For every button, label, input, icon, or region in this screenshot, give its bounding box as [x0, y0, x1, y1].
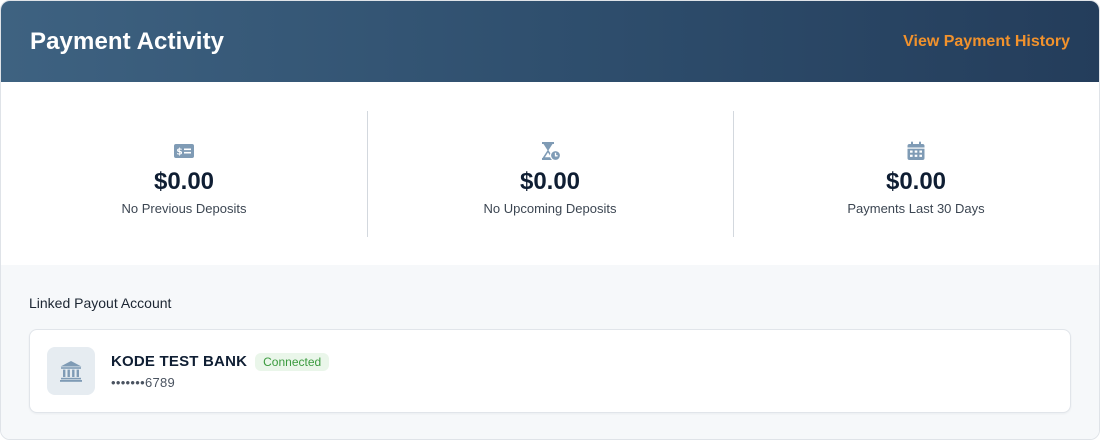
bank-icon: [60, 361, 82, 382]
payout-section: Linked Payout Account KODE TEST BANK Con…: [1, 265, 1099, 439]
view-payment-history-link[interactable]: View Payment History: [903, 33, 1070, 51]
stat-upcoming-deposits: $0.00 No Upcoming Deposits: [367, 110, 733, 237]
payment-activity-card: Payment Activity View Payment History $ …: [0, 0, 1100, 440]
stat-value: $0.00: [885, 167, 947, 195]
bank-icon-container: [47, 347, 95, 395]
linked-account-item[interactable]: KODE TEST BANK Connected •••••••6789: [29, 329, 1071, 413]
account-number: •••••••6789: [111, 374, 176, 390]
card-header: Payment Activity View Payment History: [1, 1, 1099, 82]
svg-text:$: $: [176, 147, 182, 157]
hourglass-clock-icon: [542, 141, 561, 161]
stat-previous-deposits: $ $0.00 No Previous Deposits: [1, 111, 367, 237]
bank-name: KODE TEST BANK: [111, 353, 248, 370]
payout-section-title: Linked Payout Account: [29, 295, 172, 311]
stat-label: No Upcoming Deposits: [483, 200, 617, 216]
calendar-icon: [907, 141, 925, 160]
stat-label: Payments Last 30 Days: [847, 200, 985, 216]
status-badge: Connected: [255, 352, 330, 371]
page-title: Payment Activity: [30, 27, 225, 55]
stat-value: $0.00: [153, 167, 215, 195]
account-name-row: KODE TEST BANK Connected: [111, 352, 330, 371]
stats-row: $ $0.00 No Previous Deposits $0.00 No Up…: [1, 82, 1099, 265]
dollar-card-icon: $: [174, 143, 194, 158]
stat-label: No Previous Deposits: [121, 200, 247, 216]
stat-payments-last-30-days: $0.00 Payments Last 30 Days: [733, 110, 1099, 237]
stat-value: $0.00: [519, 167, 581, 195]
account-details: KODE TEST BANK Connected •••••••6789: [111, 352, 330, 390]
